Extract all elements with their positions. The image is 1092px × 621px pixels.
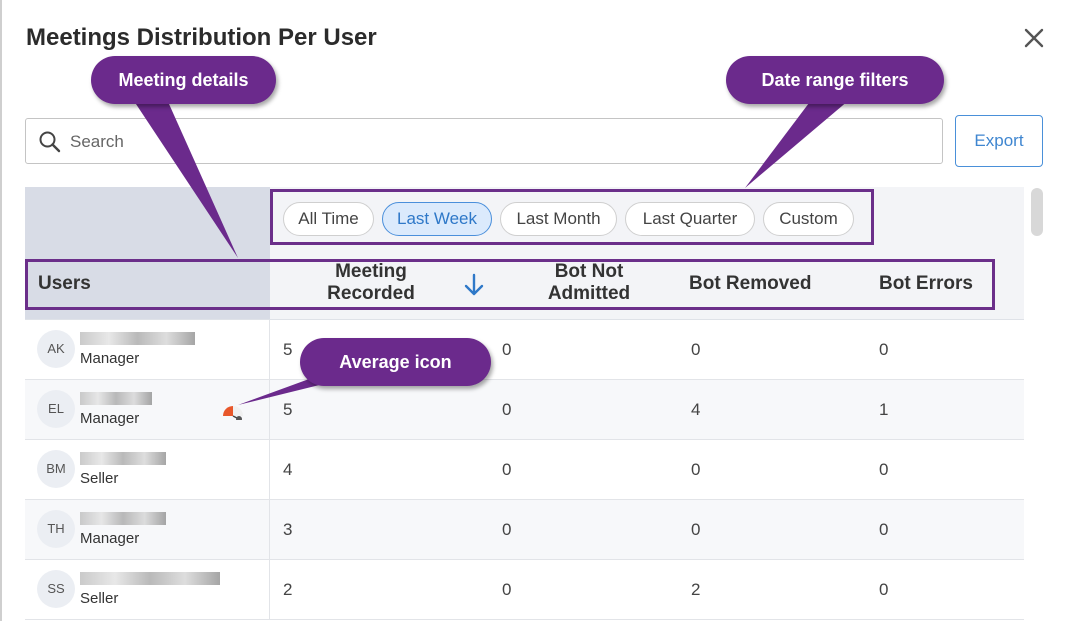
window-edge — [0, 0, 2, 621]
avatar: EL — [37, 390, 75, 428]
user-cell: TH Manager — [25, 500, 270, 560]
search-field[interactable] — [25, 118, 943, 164]
redacted-name — [80, 512, 166, 525]
bot-not-admitted-value: 0 — [502, 340, 512, 359]
redacted-name — [80, 392, 152, 405]
user-cell: BM Seller — [25, 440, 270, 500]
meeting-recorded-value: 5 — [283, 340, 293, 359]
avatar: TH — [37, 510, 75, 548]
header-bot-errors[interactable]: Bot Errors — [879, 273, 973, 295]
avatar: AK — [37, 330, 75, 368]
user-cell: AK Manager — [25, 320, 270, 380]
bot-not-admitted-value: 0 — [502, 580, 512, 599]
filter-last-week[interactable]: Last Week — [382, 202, 492, 236]
user-role: Seller — [80, 590, 119, 607]
filter-last-quarter[interactable]: Last Quarter — [625, 202, 755, 236]
table-row[interactable]: AK Manager 5 0 0 0 — [25, 320, 1024, 380]
dialog-title: Meetings Distribution Per User — [26, 24, 377, 51]
bot-removed-value: 0 — [691, 460, 701, 479]
export-button[interactable]: Export — [955, 115, 1043, 167]
users-table: All Time Last Week Last Month Last Quart… — [25, 187, 1024, 621]
bot-errors-value: 0 — [879, 340, 889, 359]
user-role: Manager — [80, 410, 140, 427]
callout-date-range-filters: Date range filters — [726, 56, 944, 104]
bot-not-admitted-value: 0 — [502, 520, 512, 539]
bot-not-admitted-value: 0 — [502, 400, 512, 419]
meeting-recorded-value: 3 — [283, 520, 293, 539]
search-icon — [38, 130, 62, 159]
bot-not-admitted-value: 0 — [502, 460, 512, 479]
meeting-recorded-value: 5 — [283, 400, 293, 419]
bot-errors-value: 0 — [879, 580, 889, 599]
bot-errors-value: 0 — [879, 460, 889, 479]
bot-removed-value: 0 — [691, 340, 701, 359]
filter-all-time[interactable]: All Time — [283, 202, 374, 236]
table-row[interactable]: BM Seller 4 0 0 0 — [25, 440, 1024, 500]
meeting-recorded-value: 4 — [283, 460, 293, 479]
redacted-name — [80, 572, 220, 585]
table-row[interactable]: TH Manager 3 0 0 0 — [25, 500, 1024, 560]
callout-average-icon: Average icon — [300, 338, 491, 386]
table-row[interactable]: SS Seller 2 0 2 0 — [25, 560, 1024, 620]
table-header: Users Meeting Recorded Bot Not Admitted … — [25, 250, 1024, 320]
user-cell: SS Seller — [25, 560, 270, 620]
user-role: Manager — [80, 350, 140, 367]
filter-last-month[interactable]: Last Month — [500, 202, 617, 236]
header-bot-removed[interactable]: Bot Removed — [689, 273, 811, 295]
meeting-recorded-value: 2 — [283, 580, 293, 599]
header-users[interactable]: Users — [38, 273, 91, 295]
user-role: Seller — [80, 470, 119, 487]
bot-removed-value: 4 — [691, 400, 701, 419]
redacted-name — [80, 452, 166, 465]
redacted-name — [80, 332, 195, 345]
filter-custom[interactable]: Custom — [763, 202, 854, 236]
scrollbar-thumb[interactable] — [1031, 188, 1043, 236]
callout-meeting-details: Meeting details — [91, 56, 276, 104]
bot-removed-value: 0 — [691, 520, 701, 539]
table-row[interactable]: EL Manager 5 0 4 1 — [25, 380, 1024, 440]
bot-errors-value: 0 — [879, 520, 889, 539]
avatar: SS — [37, 570, 75, 608]
gauge-icon[interactable] — [220, 396, 246, 425]
user-cell: EL Manager — [25, 380, 270, 440]
search-input[interactable] — [68, 128, 932, 156]
filter-bar: All Time Last Week Last Month Last Quart… — [25, 187, 1024, 250]
user-role: Manager — [80, 530, 140, 547]
arrow-down-icon[interactable] — [461, 272, 487, 303]
close-icon[interactable] — [1020, 24, 1048, 52]
avatar: BM — [37, 450, 75, 488]
header-bot-not-admitted[interactable]: Bot Not Admitted — [533, 261, 645, 305]
bot-removed-value: 2 — [691, 580, 701, 599]
header-meeting-recorded[interactable]: Meeting Recorded — [315, 261, 427, 305]
bot-errors-value: 1 — [879, 400, 889, 419]
